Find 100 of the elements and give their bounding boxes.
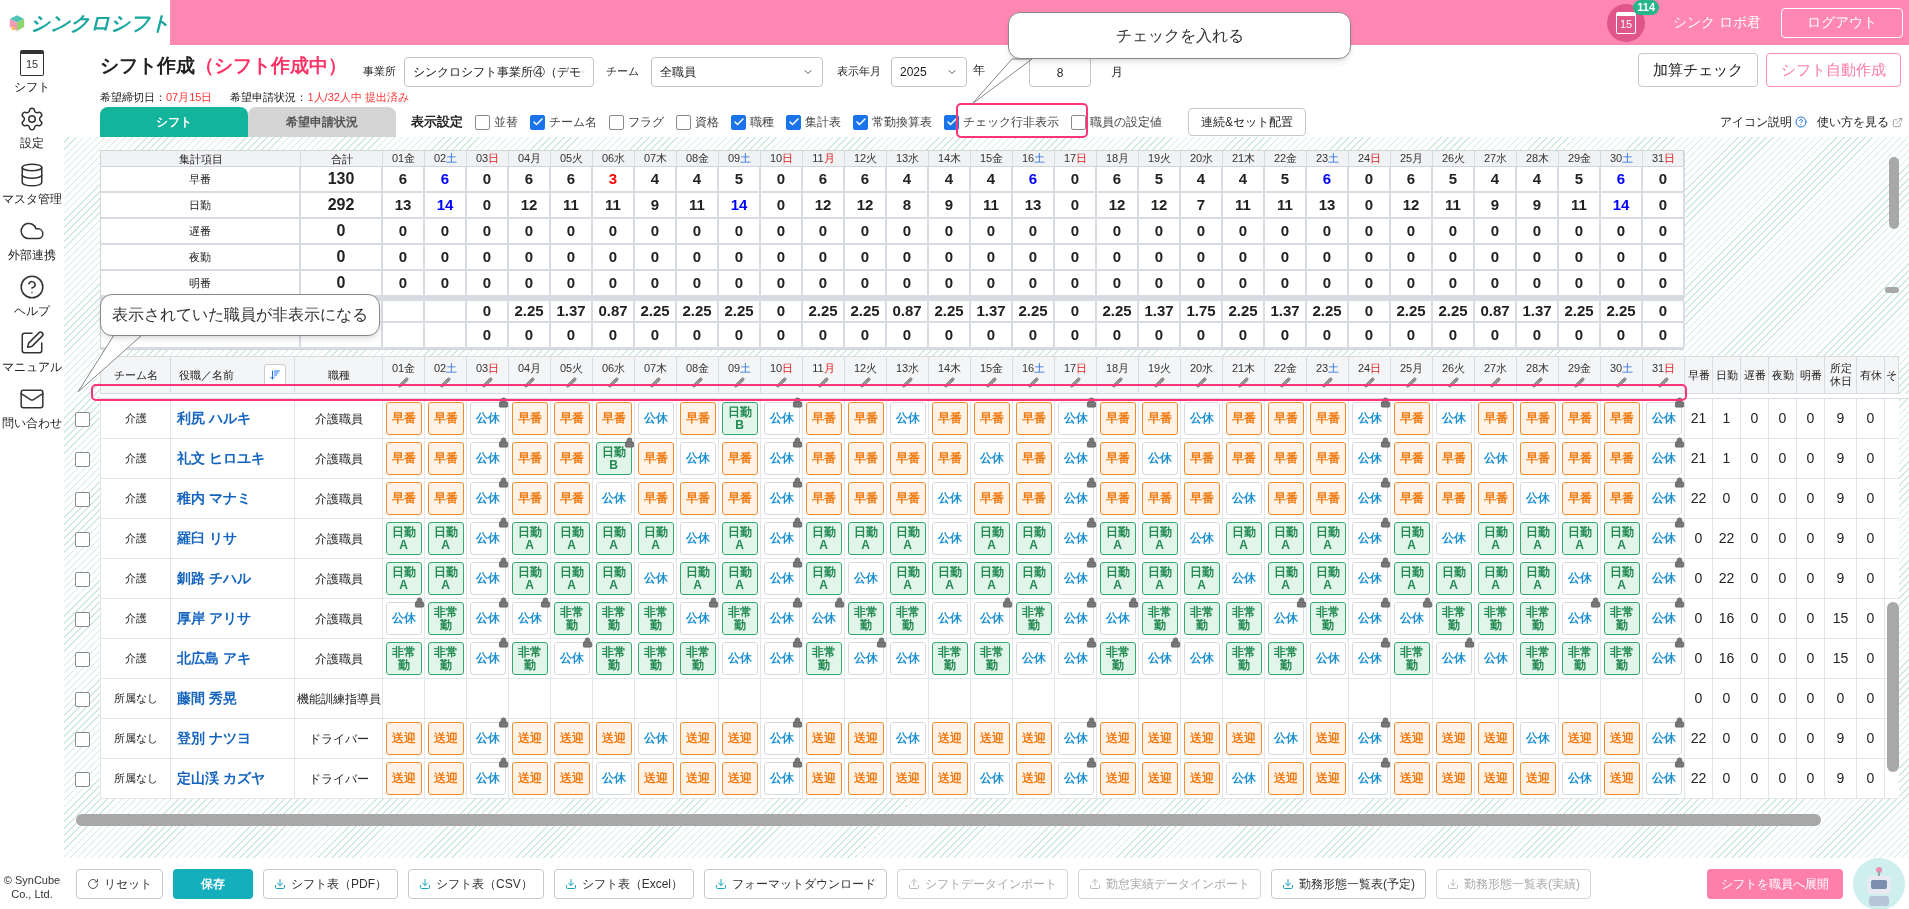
shift-chip[interactable]: 早番 <box>1309 402 1346 435</box>
shift-chip[interactable]: 非常勤 <box>721 602 758 635</box>
shift-chip[interactable]: 公休 <box>1267 722 1304 755</box>
checkbox[interactable] <box>74 571 90 587</box>
checkbox[interactable] <box>731 114 746 130</box>
shift-chip[interactable]: 公休 <box>1645 482 1682 515</box>
shift-chip[interactable]: 早番 <box>427 402 464 435</box>
shift-chip[interactable]: 早番 <box>1267 442 1304 475</box>
shift-chip[interactable]: 公休 <box>763 402 800 435</box>
shift-chip[interactable]: 公休 <box>1225 762 1262 795</box>
shift-chip[interactable]: 早番 <box>973 482 1010 515</box>
shift-chip[interactable]: 公休 <box>1183 402 1220 435</box>
shift-chip[interactable]: 日勤A <box>1141 562 1178 595</box>
shift-chip[interactable]: 早番 <box>1099 402 1136 435</box>
shift-chip[interactable]: 非常勤 <box>1477 602 1514 635</box>
shift-chip[interactable]: 早番 <box>1309 482 1346 515</box>
shift-chip[interactable]: 早番 <box>1393 482 1430 515</box>
shift-chip[interactable]: 早番 <box>805 482 842 515</box>
shift-chip[interactable]: 公休 <box>763 602 800 635</box>
shift-chip[interactable]: 送迎 <box>973 722 1010 755</box>
sidebar-item[interactable]: 15 シフト <box>0 45 64 101</box>
shift-chip[interactable]: 早番 <box>973 402 1010 435</box>
shift-chip[interactable]: 公休 <box>469 522 506 555</box>
shift-chip[interactable]: 公休 <box>1057 762 1094 795</box>
shift-chip[interactable]: 日勤A <box>973 562 1010 595</box>
shift-chip[interactable]: 公休 <box>721 642 758 675</box>
shift-chip[interactable]: 早番 <box>679 402 716 435</box>
shift-chip[interactable]: 公休 <box>1435 522 1472 555</box>
shift-chip[interactable]: 送迎 <box>553 722 590 755</box>
staff-name[interactable]: 北広島 アキ <box>177 648 251 669</box>
shift-chip[interactable]: 早番 <box>721 482 758 515</box>
shift-chip[interactable]: 早番 <box>1603 402 1640 435</box>
shift-chip[interactable]: 公休 <box>1435 402 1472 435</box>
shift-chip[interactable]: 公休 <box>1267 602 1304 635</box>
shift-chip[interactable]: 早番 <box>931 402 968 435</box>
shift-chip[interactable]: 早番 <box>1183 442 1220 475</box>
edit-icon[interactable] <box>944 377 955 388</box>
edit-icon[interactable] <box>692 377 703 388</box>
shift-chip[interactable]: 公休 <box>1351 482 1388 515</box>
shift-chip[interactable]: 非常勤 <box>511 642 548 675</box>
shift-chip[interactable]: 公休 <box>385 602 422 635</box>
edit-icon[interactable] <box>1406 377 1417 388</box>
shift-chip[interactable]: 公休 <box>1225 562 1262 595</box>
shift-chip[interactable]: 送迎 <box>1603 762 1640 795</box>
shift-chip[interactable]: 早番 <box>1561 402 1598 435</box>
shift-chip[interactable]: 送迎 <box>1141 722 1178 755</box>
shift-chip[interactable]: 公休 <box>1645 562 1682 595</box>
shift-chip[interactable]: 公休 <box>1561 562 1598 595</box>
shift-chip[interactable]: 公休 <box>1225 482 1262 515</box>
checkbox[interactable] <box>676 114 691 130</box>
sidebar-item[interactable]: 外部連携 <box>0 213 64 269</box>
shift-chip[interactable]: 公休 <box>679 442 716 475</box>
shift-chip[interactable]: 早番 <box>1519 402 1556 435</box>
shift-chip[interactable]: 公休 <box>679 602 716 635</box>
sidebar-item[interactable]: 設定 <box>0 101 64 157</box>
shift-chip[interactable]: 公休 <box>1645 402 1682 435</box>
shift-chip[interactable]: 公休 <box>805 602 842 635</box>
shift-chip[interactable]: 公休 <box>1561 762 1598 795</box>
shift-chip[interactable]: 早番 <box>847 442 884 475</box>
edit-icon[interactable] <box>1448 377 1459 388</box>
shift-chip[interactable]: 日勤A <box>1603 562 1640 595</box>
shift-chip[interactable]: 日勤A <box>931 562 968 595</box>
footer-button[interactable]: 勤務形態一覧表(予定) <box>1271 868 1427 899</box>
shift-chip[interactable]: 送迎 <box>427 722 464 755</box>
shift-chip[interactable]: 非常勤 <box>889 602 926 635</box>
shift-chip[interactable]: 非常勤 <box>637 602 674 635</box>
shift-chip[interactable]: 公休 <box>1183 522 1220 555</box>
shift-chip[interactable]: 早番 <box>721 442 758 475</box>
shift-chip[interactable]: 送迎 <box>1561 722 1598 755</box>
shift-chip[interactable]: 公休 <box>1351 602 1388 635</box>
shift-chip[interactable]: 非常勤 <box>637 642 674 675</box>
shift-chip[interactable]: 送迎 <box>1435 722 1472 755</box>
footer-button[interactable]: シフト表（CSV） <box>408 868 544 899</box>
edit-icon[interactable] <box>566 377 577 388</box>
checkbox[interactable] <box>74 451 90 467</box>
placement-button[interactable]: 連続&セット配置 <box>1188 108 1306 136</box>
shift-chip[interactable]: 早番 <box>1267 482 1304 515</box>
action-button[interactable]: シフト自動作成 <box>1766 53 1901 87</box>
office-select[interactable]: シンクロシフト事業所④（デモ <box>404 57 594 87</box>
shift-chip[interactable]: 送迎 <box>679 722 716 755</box>
checkbox[interactable] <box>74 691 90 707</box>
footer-button[interactable]: フォーマットダウンロード <box>704 868 888 899</box>
checkbox[interactable] <box>853 114 868 130</box>
shift-chip[interactable]: 送迎 <box>847 762 884 795</box>
staff-name[interactable]: 稚内 マナミ <box>177 488 251 509</box>
shift-chip[interactable]: 日勤A <box>1225 522 1262 555</box>
staff-name[interactable]: 定山渓 カズヤ <box>177 768 265 789</box>
shift-chip[interactable]: 公休 <box>763 562 800 595</box>
staff-name[interactable]: 厚岸 アリサ <box>177 608 251 629</box>
shift-chip[interactable]: 日勤A <box>637 522 674 555</box>
staff-name[interactable]: 藤間 秀晃 <box>177 688 237 709</box>
footer-button[interactable]: シフト表（PDF） <box>263 868 398 899</box>
shift-chip[interactable]: 公休 <box>1645 602 1682 635</box>
shift-chip[interactable]: 早番 <box>1015 402 1052 435</box>
shift-chip[interactable]: 公休 <box>595 482 632 515</box>
edit-icon[interactable] <box>1322 377 1333 388</box>
shift-chip[interactable]: 公休 <box>1015 642 1052 675</box>
shift-chip[interactable]: 公休 <box>1393 602 1430 635</box>
shift-chip[interactable]: 日勤B <box>595 442 632 475</box>
staff-name[interactable]: 釧路 チハル <box>177 568 251 589</box>
